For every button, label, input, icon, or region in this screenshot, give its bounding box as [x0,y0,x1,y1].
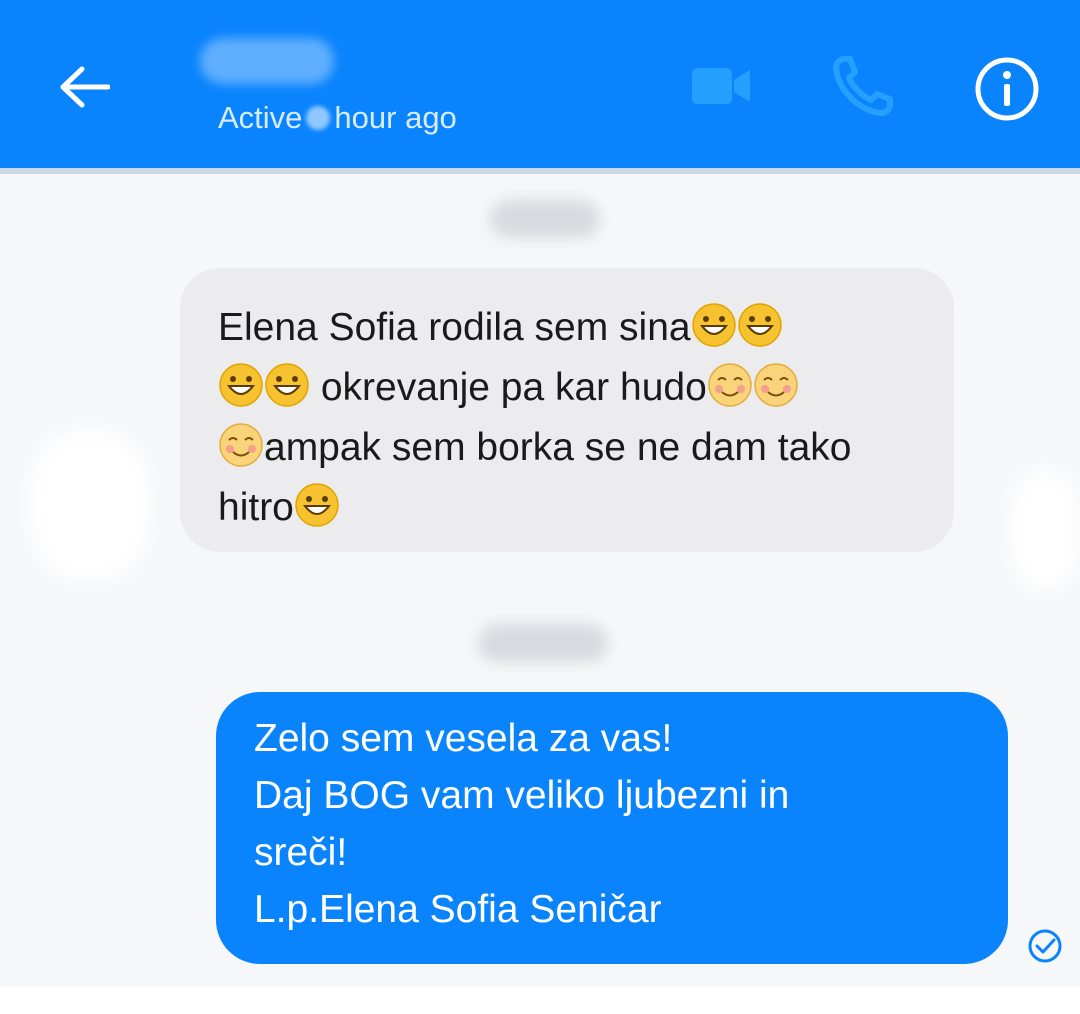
status-suffix: hour ago [334,100,457,135]
redacted-avatar [30,430,150,580]
smiling-blushing-face-emoji [218,423,264,469]
grinning-face-icon [219,363,263,407]
grinning-face-emoji [737,303,783,349]
outgoing-message-bubble[interactable]: Zelo sem vesela za vas! Daj BOG vam veli… [216,692,1008,964]
chat-header: Active hour ago [0,0,1080,168]
message-line: Daj BOG vam veliko ljubezni in [254,774,790,817]
grinning-face-emoji [294,483,340,529]
grinning-face-icon [737,303,782,347]
grinning-face-icon [265,363,309,407]
seen-check-icon [1028,929,1062,963]
grinning-face-emoji [691,303,737,349]
phone-icon [833,56,893,116]
smiling-blushing-face-icon [708,363,752,407]
redacted-mark [1010,470,1080,590]
grinning-face-emoji [264,363,310,409]
status-prefix: Active [218,100,303,135]
message-line: Zelo sem vesela za vas! [254,717,673,760]
message-line: L.p.Elena Sofia Seničar [254,888,662,931]
info-icon [975,57,1039,121]
message-line: sreči! [254,831,348,874]
smiling-blushing-face-emoji [707,363,753,409]
grinning-face-emoji [218,363,264,409]
voice-call-button[interactable] [832,55,894,117]
smiling-blushing-face-emoji [753,363,799,409]
redacted-timestamp [478,624,608,662]
incoming-message-bubble[interactable]: Elena Sofia rodila sem sina okrevanje pa… [180,268,954,552]
contact-name[interactable] [200,38,334,84]
back-button[interactable] [52,55,116,119]
grinning-face-icon [295,483,339,527]
redacted-number [306,106,331,130]
arrow-left-icon [60,66,110,108]
info-button[interactable] [974,56,1040,122]
video-call-button[interactable] [690,60,752,112]
message-text: Elena Sofia rodila sem sina [218,306,691,349]
active-status: Active hour ago [218,98,457,138]
redacted-timestamp [490,200,600,238]
video-camera-icon [692,68,750,104]
message-text: okrevanje pa kar hudo [310,366,707,409]
bottom-edge [0,986,1080,1014]
smiling-blushing-face-icon [219,423,263,467]
smiling-blushing-face-icon [754,363,798,407]
grinning-face-icon [691,303,736,347]
